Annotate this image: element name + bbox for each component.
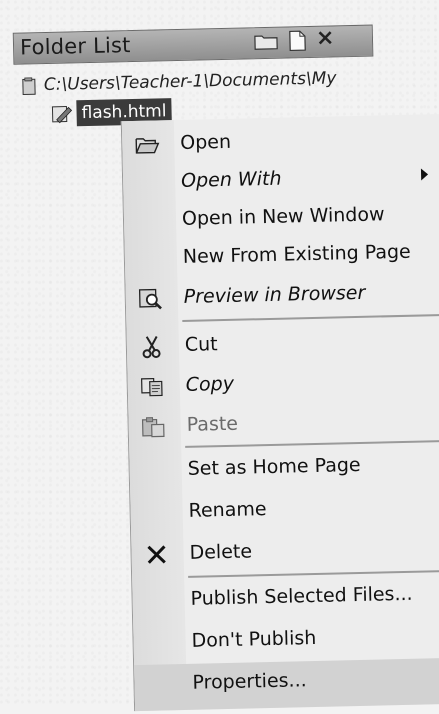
folder-list-header: Folder List × bbox=[13, 25, 374, 65]
menu-item-new-from-existing[interactable]: New From Existing Page bbox=[125, 234, 439, 277]
menu-item-open[interactable]: Open bbox=[122, 120, 439, 163]
menu-label-open-with: Open With bbox=[181, 168, 282, 192]
menu-label-set-home-page: Set as Home Page bbox=[187, 454, 360, 480]
menu-label-dont-publish: Don't Publish bbox=[191, 627, 316, 652]
menu-label-properties: Properties... bbox=[192, 669, 307, 694]
menu-item-delete[interactable]: Delete bbox=[131, 530, 439, 573]
menu-item-cut[interactable]: Cut bbox=[127, 322, 439, 365]
menu-item-rename[interactable]: Rename bbox=[130, 488, 439, 531]
menu-label-preview-in-browser: Preview in Browser bbox=[184, 282, 366, 308]
menu-item-set-home-page[interactable]: Set as Home Page bbox=[129, 446, 439, 489]
panel-title: Folder List bbox=[20, 33, 131, 60]
menu-label-rename: Rename bbox=[188, 498, 266, 522]
menu-label-copy: Copy bbox=[186, 373, 235, 396]
menu-label-cut: Cut bbox=[185, 333, 218, 356]
file-item-selected[interactable]: flash.html bbox=[50, 101, 51, 127]
menu-item-open-with[interactable]: Open With bbox=[123, 158, 439, 201]
menu-label-publish-selected: Publish Selected Files... bbox=[190, 583, 412, 610]
submenu-arrow-icon bbox=[421, 168, 428, 180]
html-file-icon bbox=[50, 103, 72, 123]
context-menu: Open Open With Open in New Window New Fr… bbox=[121, 114, 439, 711]
root-folder-icon bbox=[22, 77, 38, 95]
preview-icon bbox=[138, 286, 165, 311]
root-folder-path: C:\Users\Teacher-1\Documents\My bbox=[44, 68, 337, 95]
new-folder-icon[interactable] bbox=[254, 33, 278, 51]
menu-label-paste: Paste bbox=[186, 413, 238, 436]
menu-item-properties[interactable]: Properties... bbox=[134, 658, 439, 711]
delete-x-icon bbox=[143, 542, 170, 567]
open-folder-icon bbox=[134, 132, 161, 157]
folder-list-window: Folder List × C:\Users\Teacher-1\Documen… bbox=[0, 0, 439, 706]
menu-label-open-new-window: Open in New Window bbox=[182, 203, 385, 230]
menu-item-dont-publish[interactable]: Don't Publish bbox=[133, 618, 439, 661]
menu-label-delete: Delete bbox=[189, 540, 252, 563]
close-icon[interactable]: × bbox=[316, 25, 335, 50]
menu-label-new-from-existing: New From Existing Page bbox=[183, 241, 411, 268]
menu-item-preview-in-browser[interactable]: Preview in Browser bbox=[125, 274, 439, 317]
menu-item-paste: Paste bbox=[128, 402, 439, 445]
copy-icon bbox=[140, 374, 167, 399]
menu-label-open: Open bbox=[180, 131, 231, 154]
menu-separator bbox=[182, 314, 439, 322]
menu-item-publish-selected[interactable]: Publish Selected Files... bbox=[132, 576, 439, 619]
menu-item-open-new-window[interactable]: Open in New Window bbox=[124, 196, 439, 239]
menu-item-copy[interactable]: Copy bbox=[127, 362, 439, 405]
new-page-icon[interactable] bbox=[288, 30, 306, 51]
paste-icon bbox=[140, 414, 167, 439]
scissors-icon bbox=[139, 334, 166, 359]
